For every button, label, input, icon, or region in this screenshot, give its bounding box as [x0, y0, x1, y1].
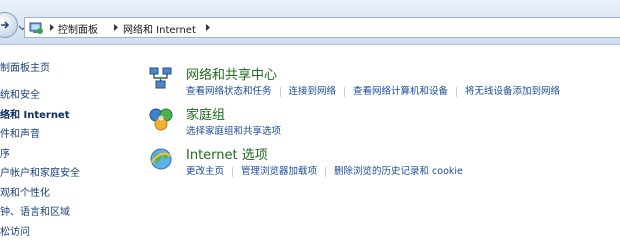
breadcrumb-arrow-icon[interactable]: [49, 24, 55, 31]
left-nav: 制面板主页 统和安全 络和 Internet 件和声音 序 户帐户和家庭安全 观…: [0, 45, 126, 241]
link-change-home-page[interactable]: 更改主页: [186, 166, 224, 177]
link-divider: [232, 166, 234, 177]
nav-programs[interactable]: 序: [0, 145, 10, 160]
forward-arrow-icon: [1, 21, 10, 29]
link-connect-to-network[interactable]: 连接到网络: [289, 86, 337, 97]
category-title[interactable]: 家庭组: [186, 104, 225, 123]
link-homegroup-sharing-options[interactable]: 选择家庭组和共享选项: [186, 126, 281, 137]
nav-control-panel-home[interactable]: 制面板主页: [0, 59, 50, 74]
crumb-control-panel[interactable]: 控制面板: [58, 21, 98, 36]
address-bar: 控制面板 网络和 Internet: [0, 0, 620, 45]
breadcrumb[interactable]: 控制面板 网络和 Internet: [24, 17, 620, 38]
nav-clock-language[interactable]: 钟、语言和区域: [0, 203, 70, 218]
category-title[interactable]: 网络和共享中心: [186, 64, 277, 83]
forward-button[interactable]: [0, 12, 18, 38]
link-add-wireless-device[interactable]: 将无线设备添加到网络: [465, 86, 560, 97]
nav-hardware-sound[interactable]: 件和声音: [0, 125, 40, 140]
network-icon: [149, 67, 172, 89]
link-view-network-status[interactable]: 查看网络状态和任务: [186, 86, 272, 97]
nav-appearance[interactable]: 观和个性化: [0, 184, 50, 199]
category-title[interactable]: Internet 选项: [186, 144, 268, 163]
category-links: 查看网络状态和任务 连接到网络 查看网络计算机和设备 将无线设备添加到网络: [186, 83, 560, 97]
control-panel-icon: [29, 22, 43, 34]
internet-options-icon: [150, 148, 172, 170]
category-links: 更改主页 管理浏览器加载项 删除浏览的历史记录和 cookie: [186, 163, 463, 177]
nav-system-security[interactable]: 统和安全: [0, 86, 40, 101]
link-divider: [279, 86, 281, 97]
breadcrumb-arrow-icon[interactable]: [205, 24, 211, 31]
category-links: 选择家庭组和共享选项: [186, 123, 281, 137]
link-delete-history[interactable]: 删除浏览的历史记录和 cookie: [334, 166, 463, 177]
crumb-network-internet[interactable]: 网络和 Internet: [123, 21, 196, 36]
link-manage-addons[interactable]: 管理浏览器加载项: [241, 166, 317, 177]
link-divider: [325, 166, 327, 177]
nav-network-internet[interactable]: 络和 Internet: [0, 106, 70, 121]
homegroup-icon: [149, 108, 173, 131]
link-divider: [344, 86, 346, 97]
link-divider: [456, 86, 458, 97]
link-view-network-computers[interactable]: 查看网络计算机和设备: [353, 86, 448, 97]
nav-ease-of-access[interactable]: 松访问: [0, 223, 30, 238]
nav-user-accounts[interactable]: 户帐户和家庭安全: [0, 164, 80, 179]
breadcrumb-arrow-icon[interactable]: [113, 24, 119, 31]
